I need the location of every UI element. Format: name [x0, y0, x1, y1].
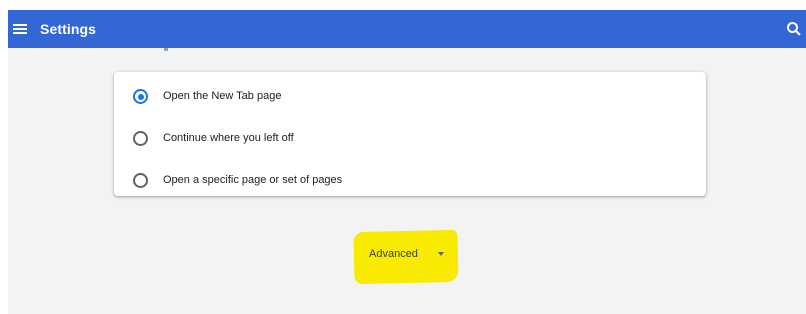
- startup-option-new-tab[interactable]: Open the New Tab page: [114, 81, 706, 111]
- page-title: Settings: [40, 21, 97, 37]
- startup-option-label: Open the New Tab page: [163, 90, 282, 102]
- settings-header: Settings: [8, 10, 806, 48]
- startup-option-label: Continue where you left off: [163, 132, 294, 144]
- search-icon[interactable]: [786, 21, 802, 37]
- startup-option-continue[interactable]: Continue where you left off: [114, 123, 706, 153]
- cut-off-section-heading: [164, 48, 168, 51]
- hamburger-menu-icon[interactable]: [12, 21, 28, 37]
- radio-unselected-icon[interactable]: [133, 131, 148, 146]
- advanced-button[interactable]: Advanced: [362, 242, 454, 266]
- settings-window: Settings Open the New Tab page Continue …: [8, 10, 806, 314]
- startup-option-label: Open a specific page or set of pages: [163, 174, 343, 186]
- radio-selected-icon[interactable]: [133, 89, 148, 104]
- advanced-label: Advanced: [369, 248, 418, 260]
- on-startup-card: Open the New Tab page Continue where you…: [114, 72, 706, 196]
- startup-option-specific-pages[interactable]: Open a specific page or set of pages: [114, 165, 706, 195]
- radio-unselected-icon[interactable]: [133, 173, 148, 188]
- caret-down-icon: [438, 252, 444, 256]
